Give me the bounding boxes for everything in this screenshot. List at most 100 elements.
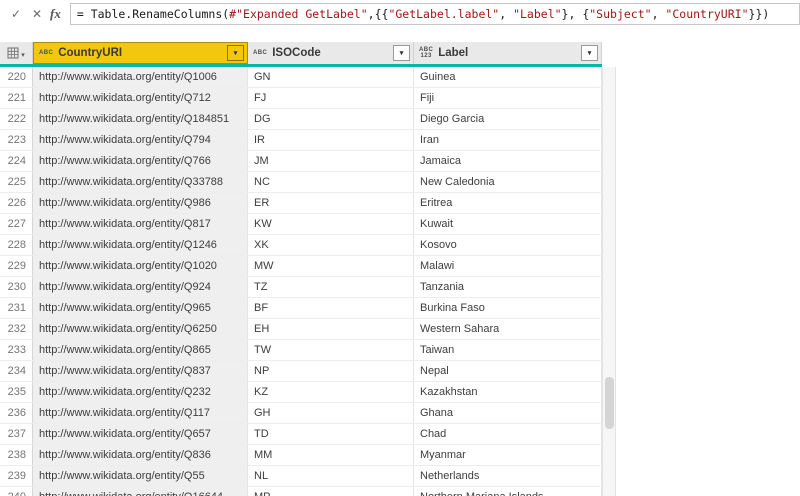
cell-countryuri[interactable]: http://www.wikidata.org/entity/Q33788 xyxy=(33,172,248,192)
column-header-countryuri[interactable]: ABC CountryURI ▾ xyxy=(33,42,248,64)
cell-label[interactable]: Guinea xyxy=(414,67,602,87)
cell-isocode[interactable]: NP xyxy=(248,361,414,381)
cell-countryuri[interactable]: http://www.wikidata.org/entity/Q865 xyxy=(33,340,248,360)
row-number[interactable]: 227 xyxy=(0,214,33,234)
cell-countryuri[interactable]: http://www.wikidata.org/entity/Q837 xyxy=(33,361,248,381)
vertical-scrollbar[interactable] xyxy=(602,67,616,496)
chevron-down-icon: ▾ xyxy=(21,52,25,59)
cell-isocode[interactable]: NL xyxy=(248,466,414,486)
cell-label[interactable]: Kazakhstan xyxy=(414,382,602,402)
cell-label[interactable]: Northern Mariana Islands xyxy=(414,487,602,496)
row-number[interactable]: 240 xyxy=(0,487,33,496)
cell-isocode[interactable]: MW xyxy=(248,256,414,276)
row-number[interactable]: 231 xyxy=(0,298,33,318)
cell-isocode[interactable]: JM xyxy=(248,151,414,171)
filter-button[interactable]: ▾ xyxy=(581,45,598,61)
cell-countryuri[interactable]: http://www.wikidata.org/entity/Q836 xyxy=(33,445,248,465)
filter-button[interactable]: ▾ xyxy=(227,45,244,61)
cell-countryuri[interactable]: http://www.wikidata.org/entity/Q965 xyxy=(33,298,248,318)
column-header-label[interactable]: ABC 123 Label ▾ xyxy=(414,42,602,64)
cell-countryuri[interactable]: http://www.wikidata.org/entity/Q712 xyxy=(33,88,248,108)
cell-isocode[interactable]: NC xyxy=(248,172,414,192)
cell-countryuri[interactable]: http://www.wikidata.org/entity/Q924 xyxy=(33,277,248,297)
cell-label[interactable]: Western Sahara xyxy=(414,319,602,339)
row-number[interactable]: 228 xyxy=(0,235,33,255)
row-number[interactable]: 229 xyxy=(0,256,33,276)
commit-icon[interactable]: ✓ xyxy=(8,7,24,21)
cell-label[interactable]: Chad xyxy=(414,424,602,444)
row-number[interactable]: 220 xyxy=(0,67,33,87)
cell-label[interactable]: Ghana xyxy=(414,403,602,423)
cell-label[interactable]: Kuwait xyxy=(414,214,602,234)
cell-isocode[interactable]: GN xyxy=(248,67,414,87)
table-menu-button[interactable]: ▾ xyxy=(0,42,33,64)
cell-label[interactable]: Burkina Faso xyxy=(414,298,602,318)
cell-countryuri[interactable]: http://www.wikidata.org/entity/Q16644 xyxy=(33,487,248,496)
cell-isocode[interactable]: FJ xyxy=(248,88,414,108)
cell-isocode[interactable]: IR xyxy=(248,130,414,150)
column-header-isocode[interactable]: ABC ISOCode ▾ xyxy=(248,42,414,64)
cell-isocode[interactable]: GH xyxy=(248,403,414,423)
row-number[interactable]: 239 xyxy=(0,466,33,486)
cell-countryuri[interactable]: http://www.wikidata.org/entity/Q117 xyxy=(33,403,248,423)
cell-countryuri[interactable]: http://www.wikidata.org/entity/Q232 xyxy=(33,382,248,402)
cell-countryuri[interactable]: http://www.wikidata.org/entity/Q6250 xyxy=(33,319,248,339)
cell-label[interactable]: Myanmar xyxy=(414,445,602,465)
cell-isocode[interactable]: XK xyxy=(248,235,414,255)
cell-isocode[interactable]: KW xyxy=(248,214,414,234)
cell-isocode[interactable]: DG xyxy=(248,109,414,129)
row-number[interactable]: 238 xyxy=(0,445,33,465)
cell-label[interactable]: Kosovo xyxy=(414,235,602,255)
row-number[interactable]: 237 xyxy=(0,424,33,444)
cell-label[interactable]: Iran xyxy=(414,130,602,150)
cell-label[interactable]: Tanzania xyxy=(414,277,602,297)
cell-isocode[interactable]: KZ xyxy=(248,382,414,402)
row-number[interactable]: 224 xyxy=(0,151,33,171)
cell-isocode[interactable]: TW xyxy=(248,340,414,360)
cell-isocode[interactable]: TD xyxy=(248,424,414,444)
cell-label[interactable]: Netherlands xyxy=(414,466,602,486)
cell-countryuri[interactable]: http://www.wikidata.org/entity/Q1020 xyxy=(33,256,248,276)
row-number[interactable]: 225 xyxy=(0,172,33,192)
cell-countryuri[interactable]: http://www.wikidata.org/entity/Q1006 xyxy=(33,67,248,87)
cell-countryuri[interactable]: http://www.wikidata.org/entity/Q794 xyxy=(33,130,248,150)
cell-label[interactable]: Fiji xyxy=(414,88,602,108)
row-number[interactable]: 221 xyxy=(0,88,33,108)
cell-isocode[interactable]: BF xyxy=(248,298,414,318)
table-row: 221 http://www.wikidata.org/entity/Q712 FJ… xyxy=(0,88,602,109)
cell-isocode[interactable]: TZ xyxy=(248,277,414,297)
cell-label[interactable]: Malawi xyxy=(414,256,602,276)
row-number[interactable]: 235 xyxy=(0,382,33,402)
row-number[interactable]: 222 xyxy=(0,109,33,129)
cancel-icon[interactable]: ✕ xyxy=(29,7,45,21)
row-number[interactable]: 223 xyxy=(0,130,33,150)
row-number[interactable]: 232 xyxy=(0,319,33,339)
row-number[interactable]: 236 xyxy=(0,403,33,423)
cell-label[interactable]: Jamaica xyxy=(414,151,602,171)
filter-button[interactable]: ▾ xyxy=(393,45,410,61)
cell-isocode[interactable]: MM xyxy=(248,445,414,465)
fx-icon[interactable]: fx xyxy=(50,6,61,22)
formula-input[interactable]: = Table.RenameColumns(#"Expanded GetLabe… xyxy=(69,3,800,25)
cell-countryuri[interactable]: http://www.wikidata.org/entity/Q657 xyxy=(33,424,248,444)
cell-countryuri[interactable]: http://www.wikidata.org/entity/Q184851 xyxy=(33,109,248,129)
cell-countryuri[interactable]: http://www.wikidata.org/entity/Q817 xyxy=(33,214,248,234)
cell-label[interactable]: Nepal xyxy=(414,361,602,381)
cell-countryuri[interactable]: http://www.wikidata.org/entity/Q55 xyxy=(33,466,248,486)
scrollbar-thumb[interactable] xyxy=(605,377,614,429)
cell-label[interactable]: New Caledonia xyxy=(414,172,602,192)
cell-isocode[interactable]: MP xyxy=(248,487,414,496)
cell-label[interactable]: Eritrea xyxy=(414,193,602,213)
row-number[interactable]: 230 xyxy=(0,277,33,297)
cell-countryuri[interactable]: http://www.wikidata.org/entity/Q766 xyxy=(33,151,248,171)
row-number[interactable]: 234 xyxy=(0,361,33,381)
row-number[interactable]: 233 xyxy=(0,340,33,360)
cell-label[interactable]: Taiwan xyxy=(414,340,602,360)
cell-label[interactable]: Diego Garcia xyxy=(414,109,602,129)
cell-isocode[interactable]: EH xyxy=(248,319,414,339)
cell-countryuri[interactable]: http://www.wikidata.org/entity/Q1246 xyxy=(33,235,248,255)
formula-token: ,{{ xyxy=(367,7,389,21)
cell-countryuri[interactable]: http://www.wikidata.org/entity/Q986 xyxy=(33,193,248,213)
cell-isocode[interactable]: ER xyxy=(248,193,414,213)
row-number[interactable]: 226 xyxy=(0,193,33,213)
